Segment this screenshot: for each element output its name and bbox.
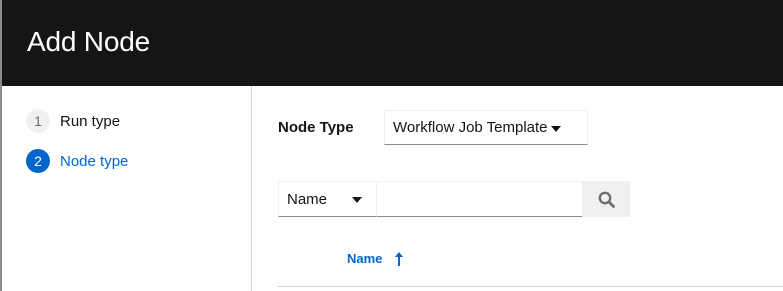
modal-header: Add Node <box>2 0 783 86</box>
caret-down-icon <box>550 125 561 132</box>
search-button[interactable] <box>582 181 630 217</box>
modal-title: Add Node <box>27 26 150 57</box>
node-type-select[interactable]: Workflow Job Template <box>384 110 588 145</box>
wizard-step-run-type[interactable]: 1 Run type <box>26 109 120 133</box>
step-label: Run type <box>60 112 121 130</box>
column-header-label: Name <box>347 251 383 266</box>
node-type-label: Node Type <box>278 119 354 136</box>
add-node-modal: Add Node 1 Run type 2 Node type Node Typ… <box>0 0 783 291</box>
caret-down-icon <box>352 197 362 203</box>
search-field-value: Name <box>287 190 328 208</box>
wizard-step-node-type[interactable]: 2 Node type <box>26 149 128 173</box>
search-icon <box>598 191 615 208</box>
step-label: Node type <box>60 152 129 170</box>
node-type-select-value: Workflow Job Template <box>393 119 548 136</box>
table-divider <box>278 286 783 287</box>
sort-ascending-icon <box>395 251 404 266</box>
search-input[interactable] <box>376 181 583 217</box>
wizard-nav: 1 Run type 2 Node type <box>2 86 252 291</box>
step-number: 2 <box>26 149 50 173</box>
column-header-name[interactable]: Name <box>347 251 404 266</box>
search-field-select[interactable]: Name <box>278 181 377 217</box>
step-number: 1 <box>26 109 50 133</box>
